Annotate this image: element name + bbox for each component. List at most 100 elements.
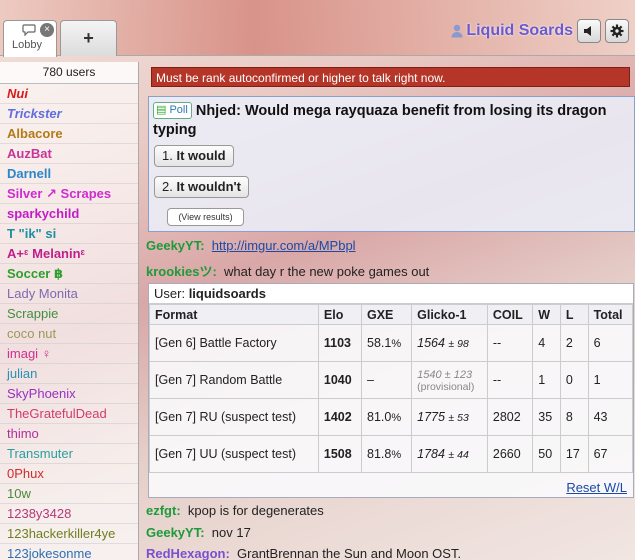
settings-button[interactable] [605,19,629,43]
ranks-header-row: Format Elo GXE Glicko-1 COIL W L Total [149,304,634,325]
user-list-item[interactable]: Trickster [0,104,138,124]
reset-wl-link[interactable]: Reset W/L [566,480,627,495]
format-cell: [Gen 7] UU (suspect test) [155,447,297,461]
wins-cell: 4 [538,336,546,350]
user-list-item[interactable]: Soccer ฿ [0,264,138,284]
username-button[interactable]: Liquid Soards [451,22,573,40]
glicko-value: 1775 [417,410,445,424]
ranks-row: [Gen 6] Battle Factory 1103 58.1% 1564 ± 98… [149,324,634,362]
user-list-item[interactable]: TheGratefulDead [0,404,138,424]
message-user[interactable]: krookiesツ: [146,264,217,279]
user-list-item[interactable]: thimo [0,424,138,444]
ranks-user-name: liquidsoards [188,286,266,301]
message-user[interactable]: RedHexagon: [146,546,230,560]
tab-lobby[interactable]: × Lobby [3,20,57,57]
glicko-deviation: ± 123 [444,369,473,381]
user-list-item[interactable]: Silver ↗ Scrapes [0,184,138,204]
ranks-column-header: Elo [317,304,363,325]
chat-message: krookiesツ: what day r the new poke games… [146,261,429,280]
chat-message: GeekyYT: nov 17 [146,525,251,540]
elo-cell: 1040 [323,373,352,387]
tab-lobby-label: Lobby [12,39,42,51]
user-list-item[interactable]: Nui [0,84,138,104]
ranks-row: [Gen 7] RU (suspect test) 1402 81.0% 1775 ±… [149,398,634,436]
bar-chart-icon: ▤ [156,104,167,116]
coil-cell: -- [492,373,502,387]
gear-icon [610,24,624,38]
user-list-item[interactable]: A+ᵋ Melaninᵋ [0,244,138,264]
ranks-column-header: W [532,304,561,325]
user-list-item[interactable]: imagi ♀ [0,344,138,364]
poll-question-text: Nhjed: Would mega rayquaza benefit from … [153,103,607,138]
coil-cell: -- [492,336,502,350]
ranks-user-label: User: [154,286,186,301]
user-area: Liquid Soards [451,18,629,44]
username-label: Liquid Soards [466,22,573,39]
total-cell: 67 [593,447,608,461]
coil-cell: 2660 [492,447,521,461]
message-link[interactable]: http://imgur.com/a/MPbpl [212,238,356,253]
chat-message: RedHexagon: GrantBrennan the Sun and Moo… [146,546,461,560]
total-cell: 6 [593,336,601,350]
format-cell: [Gen 6] Battle Factory [155,336,277,350]
user-list-item[interactable]: 123hackerkiller4ye [0,524,138,544]
sound-button[interactable] [577,19,601,43]
elo-cell: 1508 [323,447,352,461]
user-list-item[interactable]: Scrappie [0,304,138,324]
glicko-deviation: ± 44 [448,449,469,461]
message-user[interactable]: ezfgt: [146,503,181,518]
losses-cell: 2 [565,336,573,350]
close-icon[interactable]: × [40,23,54,37]
gxe-value: – [367,373,374,387]
coil-cell: 2802 [492,410,521,424]
poll-option-1[interactable]: 1. It would [154,145,234,167]
poll-tag-label: Poll [169,104,188,116]
gxe-unit: % [391,449,402,461]
user-list-item[interactable]: SkyPhoenix [0,384,138,404]
ranks-column-header: Total [587,304,634,325]
user-list-item[interactable]: 123jokesonme [0,544,138,560]
gxe-value: 81.8 [367,447,392,461]
user-list-item[interactable]: Darnell [0,164,138,184]
user-list-item[interactable]: sparkychild [0,204,138,224]
ranks-column-header: COIL [486,304,534,325]
elo-cell: 1103 [323,336,352,350]
user-list-item[interactable]: 10w [0,484,138,504]
user-list-item[interactable]: Transmuter [0,444,138,464]
ranks-column-header: Glicko-1 [411,304,488,325]
speaker-icon [584,26,591,36]
message-text: what day r the new poke games out [224,264,430,279]
top-bar: × Lobby + Liquid Soards [0,0,635,57]
ranks-body: [Gen 6] Battle Factory 1103 58.1% 1564 ± 98… [149,324,634,473]
message-user[interactable]: GeekyYT: [146,238,205,253]
user-list-item[interactable]: Albacore [0,124,138,144]
wins-cell: 35 [538,410,553,424]
poll-option-label: It wouldn't [176,179,241,194]
gxe-unit: % [391,412,402,424]
poll-tag: ▤ Poll [153,102,192,119]
user-list-item[interactable]: 0Phux [0,464,138,484]
poll-box: ▤ Poll Nhjed: Would mega rayquaza benefi… [148,96,635,232]
user-list-item[interactable]: AuzBat [0,144,138,164]
ranks-user-row: User: liquidsoards [149,284,633,304]
poll-question: ▤ Poll Nhjed: Would mega rayquaza benefi… [153,102,631,140]
user-icon [451,24,463,38]
poll-option-2[interactable]: 2. It wouldn't [154,176,249,198]
poll-option-number: 1. [162,148,173,163]
chat-message: GeekyYT: http://imgur.com/a/MPbpl [146,238,356,253]
user-list-item[interactable]: coco nut [0,324,138,344]
user-list-item[interactable]: 1238y3428 [0,504,138,524]
glicko-deviation: ± 53 [448,412,469,424]
user-list-item[interactable]: Lady Monita [0,284,138,304]
message-user[interactable]: GeekyYT: [146,525,205,540]
view-results-button[interactable]: (View results) [167,208,244,226]
wins-cell: 1 [538,373,546,387]
user-list-item[interactable]: T "ik" si [0,224,138,244]
losses-cell: 8 [565,410,573,424]
add-tab-button[interactable]: + [60,20,117,56]
message-text: kpop is for degenerates [187,503,324,518]
message-text: nov 17 [211,525,251,540]
poll-option-number: 2. [162,179,173,194]
gxe-value: 81.0 [367,410,392,424]
user-list-item[interactable]: julian [0,364,138,384]
